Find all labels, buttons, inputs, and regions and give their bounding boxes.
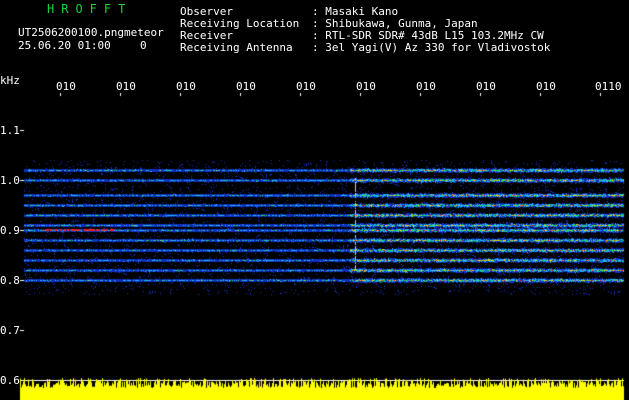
x-tick-label: 010 <box>56 80 76 93</box>
filename: UT2506200100.png <box>18 26 124 39</box>
y-tick-label: 0.8 <box>0 274 20 287</box>
datetime: 25.06.20 01:00 <box>18 39 111 52</box>
x-tick-label: 010 <box>416 80 436 93</box>
y-tick-label: 0.9 <box>0 224 20 237</box>
x-tick-label: 010 <box>476 80 496 93</box>
y-tick-label: 1.0 <box>0 174 20 187</box>
antenna-value: : 3el Yagi(V) Az 330 for Vladivostok <box>312 41 551 54</box>
x-tick-label: 010 <box>356 80 376 93</box>
x-tick-label: 010 <box>116 80 136 93</box>
meteor-count: 0 <box>140 39 147 52</box>
x-tick-label: 010 <box>236 80 256 93</box>
x-tick-label: 010 <box>296 80 316 93</box>
hrofft-logo: HROFFT <box>47 2 133 16</box>
x-tick-label: 010 <box>176 80 196 93</box>
y-tick-label: 0.7 <box>0 324 20 337</box>
y-tick-label: 0.6 <box>0 374 20 387</box>
spectrogram-canvas <box>0 0 629 400</box>
x-tick-label: 0110 <box>595 80 622 93</box>
y-axis-unit: kHz <box>0 74 20 87</box>
y-tick-label: 1.1 <box>0 124 20 137</box>
x-tick-label: 010 <box>536 80 556 93</box>
antenna-label: Receiving Antenna <box>180 41 293 54</box>
meteor-label: meteor <box>124 26 164 39</box>
